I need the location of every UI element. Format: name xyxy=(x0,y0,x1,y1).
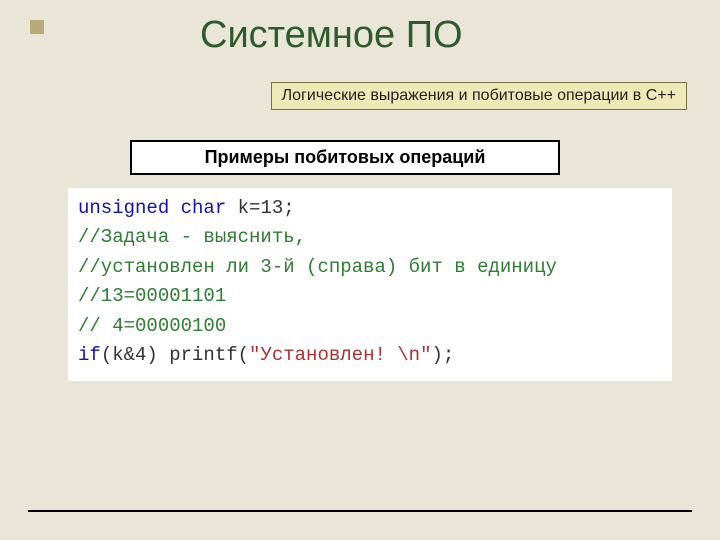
page-title: Системное ПО xyxy=(200,14,463,57)
keyword-if: if xyxy=(78,344,101,366)
code-block: unsigned char k=13; //Задача - выяснить,… xyxy=(68,188,672,381)
accent-square xyxy=(30,20,44,34)
subtitle-box: Логические выражения и побитовые операци… xyxy=(271,82,687,110)
section-heading: Примеры побитовых операций xyxy=(130,140,560,175)
code-line-3: //установлен ли 3-й (справа) бит в едини… xyxy=(78,253,662,282)
slide: Системное ПО Логические выражения и поби… xyxy=(0,0,720,540)
code-string: "Установлен! \n" xyxy=(249,344,431,366)
code-text: k=13; xyxy=(226,197,294,219)
keyword-unsigned: unsigned xyxy=(78,197,169,219)
code-line-5: // 4=00000100 xyxy=(78,312,662,341)
bottom-divider xyxy=(28,510,692,512)
code-text: ); xyxy=(431,344,454,366)
code-line-4: //13=00001101 xyxy=(78,282,662,311)
keyword-char: char xyxy=(181,197,227,219)
code-text: (k&4) printf( xyxy=(101,344,249,366)
code-line-2: //Задача - выяснить, xyxy=(78,223,662,252)
code-line-6: if(k&4) printf("Установлен! \n"); xyxy=(78,341,662,370)
code-line-1: unsigned char k=13; xyxy=(78,194,662,223)
